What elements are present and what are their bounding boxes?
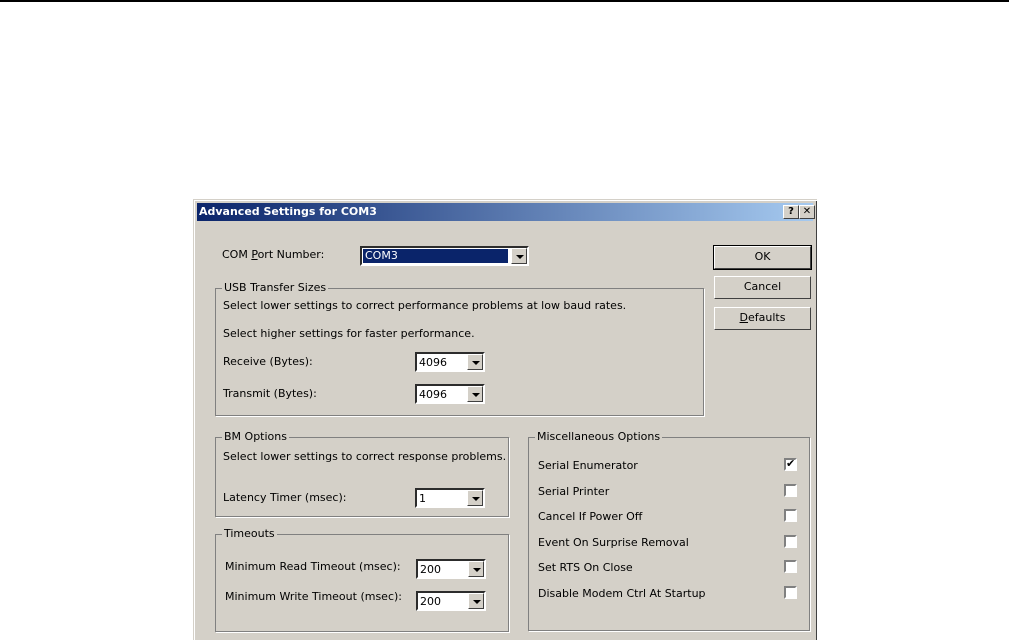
com-port-label: COM Port Number: (222, 248, 325, 261)
top-border-line (0, 0, 1009, 2)
read-timeout-select[interactable]: 200 (416, 559, 486, 579)
event-on-surprise-removal-checkbox[interactable] (784, 535, 797, 548)
serial-printer-checkbox[interactable] (784, 484, 797, 497)
close-button[interactable]: ✕ (799, 205, 815, 219)
option-label: Event On Surprise Removal (538, 536, 689, 549)
bm-group-title: BM Options (222, 430, 289, 443)
com-port-value: COM3 (363, 249, 508, 263)
bm-options-group: BM Options Select lower settings to corr… (215, 430, 509, 517)
misc-options-group: Miscellaneous Options Serial Enumerator … (528, 430, 810, 631)
disable-modem-ctrl-checkbox[interactable] (784, 586, 797, 599)
latency-label: Latency Timer (msec): (223, 491, 347, 504)
receive-value: 4096 (419, 356, 447, 369)
help-button[interactable]: ? (783, 205, 799, 219)
usb-desc-lower: Select lower settings to correct perform… (223, 299, 627, 312)
serial-enumerator-checkbox[interactable]: ✔ (784, 457, 797, 471)
timeouts-group: Timeouts Minimum Read Timeout (msec): 20… (215, 527, 509, 632)
misc-group-title: Miscellaneous Options (535, 430, 663, 443)
transmit-label: Transmit (Bytes): (223, 387, 317, 400)
usb-transfer-group: USB Transfer Sizes Select lower settings… (215, 281, 704, 416)
option-label: Serial Printer (538, 485, 610, 498)
write-timeout-value: 200 (420, 595, 441, 608)
read-timeout-value: 200 (420, 563, 441, 576)
usb-desc-higher: Select higher settings for faster perfor… (223, 327, 475, 340)
chevron-down-icon[interactable] (467, 354, 483, 370)
cancel-button[interactable]: Cancel (714, 276, 811, 299)
bm-desc: Select lower settings to correct respons… (223, 450, 507, 463)
latency-select[interactable]: 1 (415, 488, 485, 508)
transmit-select[interactable]: 4096 (415, 384, 485, 404)
ok-button[interactable]: OK (713, 245, 812, 270)
chevron-down-icon[interactable] (468, 561, 484, 577)
receive-select[interactable]: 4096 (415, 352, 485, 372)
set-rts-on-close-checkbox[interactable] (784, 560, 797, 573)
dialog-title: Advanced Settings for COM3 (199, 205, 377, 218)
option-label: Serial Enumerator (538, 459, 638, 472)
com-port-select[interactable]: COM3 (360, 246, 529, 266)
cancel-if-power-off-checkbox[interactable] (784, 509, 797, 522)
option-label: Disable Modem Ctrl At Startup (538, 587, 706, 600)
usb-group-title: USB Transfer Sizes (222, 281, 329, 294)
chevron-down-icon[interactable] (467, 490, 483, 506)
check-icon: ✔ (786, 457, 796, 470)
option-label: Set RTS On Close (538, 561, 633, 574)
chevron-down-icon[interactable] (511, 248, 527, 264)
timeouts-group-title: Timeouts (222, 527, 277, 540)
write-timeout-label: Minimum Write Timeout (msec): (225, 590, 402, 603)
receive-label: Receive (Bytes): (223, 355, 313, 368)
transmit-value: 4096 (419, 388, 447, 401)
write-timeout-select[interactable]: 200 (416, 591, 486, 611)
option-label: Cancel If Power Off (538, 510, 643, 523)
chevron-down-icon[interactable] (468, 593, 484, 609)
defaults-button[interactable]: Defaults (714, 307, 811, 330)
read-timeout-label: Minimum Read Timeout (msec): (225, 560, 401, 573)
title-bar[interactable]: Advanced Settings for COM3 ? ✕ (197, 203, 815, 221)
close-icon: ✕ (802, 206, 812, 217)
help-icon: ? (788, 206, 794, 217)
advanced-settings-dialog: Advanced Settings for COM3 ? ✕ COM Port … (193, 199, 817, 640)
latency-value: 1 (419, 492, 426, 505)
chevron-down-icon[interactable] (467, 386, 483, 402)
